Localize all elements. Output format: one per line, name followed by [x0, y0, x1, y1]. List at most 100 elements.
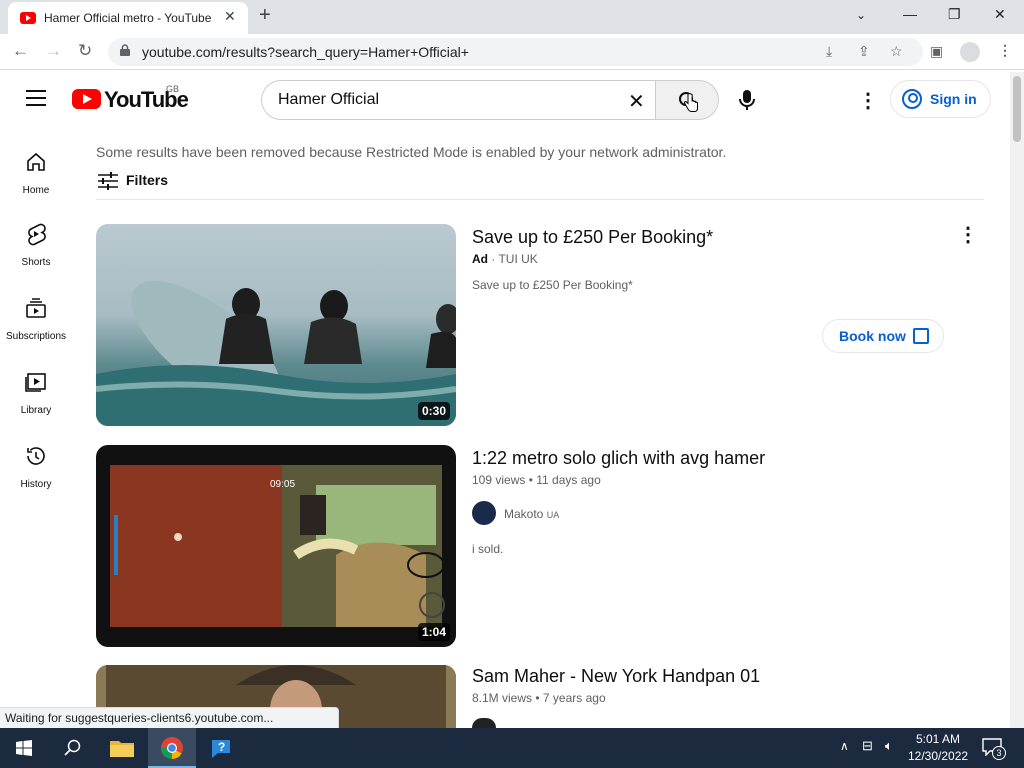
settings-more-icon[interactable]: ⋮ — [858, 88, 878, 113]
ad-thumbnail[interactable]: 0:30 — [96, 224, 456, 426]
video-title[interactable]: Sam Maher - New York Handpan 01 — [472, 666, 760, 687]
taskbar-search-button[interactable] — [48, 728, 96, 768]
notification-count: 3 — [992, 746, 1006, 760]
upload-age: 11 days ago — [536, 473, 601, 487]
sidebar-label: Home — [22, 185, 50, 196]
start-button[interactable] — [0, 728, 48, 768]
sidebar-item-history[interactable]: History — [0, 444, 72, 492]
taskbar-clock[interactable]: 5:01 AM 12/30/2022 — [908, 731, 968, 765]
ad-meta: Ad · TUI UK — [472, 252, 538, 266]
sign-in-button[interactable]: Sign in — [890, 80, 991, 118]
youtube-favicon-icon — [20, 12, 36, 24]
sign-in-label: Sign in — [930, 91, 977, 107]
sidebar-item-subscriptions[interactable]: Subscriptions — [0, 296, 72, 344]
address-bar[interactable]: youtube.com/results?search_query=Hamer+O… — [108, 38, 923, 66]
notifications-button[interactable]: 3 — [980, 736, 1008, 760]
url-text: youtube.com/results?search_query=Hamer+O… — [142, 44, 469, 60]
taskbar-chrome[interactable] — [148, 728, 196, 768]
network-icon[interactable]: ⊟ — [862, 738, 873, 754]
browser-toolbar: ← → ↻ youtube.com/results?search_query=H… — [0, 34, 1024, 106]
channel-avatar[interactable] — [472, 501, 496, 525]
filters-label: Filters — [126, 172, 169, 188]
channel-name-text: Makoto — [504, 507, 544, 521]
chrome-menu-icon[interactable]: ⋮ — [998, 42, 1012, 59]
sidebar-item-home[interactable]: Home — [0, 150, 72, 198]
video-description: i sold. — [472, 542, 504, 556]
history-icon — [27, 447, 45, 465]
taskbar-help-app[interactable]: ? — [198, 728, 246, 768]
view-count: 109 views — [472, 473, 526, 487]
video-meta: 8.1M views • 7 years ago — [472, 691, 606, 705]
region-label: GB — [166, 84, 180, 94]
library-icon — [25, 373, 46, 392]
account-icon — [902, 89, 922, 109]
ad-description: Save up to £250 Per Booking* — [472, 278, 633, 292]
minimize-button[interactable]: — — [903, 6, 917, 22]
subscriptions-icon — [26, 298, 46, 318]
external-link-icon — [913, 328, 929, 344]
bookmark-star-icon[interactable]: ☆ — [890, 43, 903, 60]
clock-date: 12/30/2022 — [908, 749, 969, 763]
channel-avatar[interactable] — [472, 718, 496, 728]
browser-titlebar: Hamer Official metro - YouTube ✕ + ⌄ — ❐… — [0, 0, 1024, 34]
sidebar-label: History — [20, 479, 52, 490]
taskbar-file-explorer[interactable] — [98, 728, 146, 768]
hand-cursor-icon — [684, 93, 698, 112]
forward-icon[interactable]: → — [45, 41, 62, 61]
page-scrollbar[interactable] — [1010, 72, 1024, 728]
new-tab-button[interactable]: + — [259, 4, 271, 27]
menu-icon[interactable] — [26, 90, 46, 106]
reload-icon[interactable]: ↻ — [78, 41, 92, 61]
sidebar-item-shorts[interactable]: Shorts — [0, 222, 72, 270]
view-count: 8.1M views — [472, 691, 533, 705]
status-text: Waiting for suggestqueries-clients6.yout… — [5, 711, 274, 725]
scrollbar-thumb[interactable] — [1013, 76, 1021, 142]
search-input[interactable] — [278, 89, 608, 111]
show-hidden-icons-icon[interactable]: ∧ — [840, 739, 849, 753]
sidebar-label: Library — [20, 405, 52, 416]
ad-badge: Ad — [472, 252, 488, 266]
windows-logo-icon — [16, 740, 32, 756]
book-now-button[interactable]: Book now — [822, 319, 944, 353]
browser-tab[interactable]: Hamer Official metro - YouTube ✕ — [8, 2, 248, 34]
sidebar-label: Shorts — [21, 257, 51, 268]
side-panel-icon[interactable]: ▣ — [930, 43, 943, 60]
sidebar-item-library[interactable]: Library — [0, 370, 72, 418]
folder-icon — [110, 741, 134, 757]
video-meta: 109 views • 11 days ago — [472, 473, 601, 487]
svg-text:?: ? — [218, 740, 225, 754]
close-window-button[interactable]: ✕ — [994, 6, 1006, 23]
upload-age: 7 years ago — [542, 691, 606, 705]
advertiser-name[interactable]: TUI UK — [498, 252, 537, 266]
divider — [96, 199, 984, 200]
clock-time: 5:01 AM — [915, 732, 961, 746]
close-tab-icon[interactable]: ✕ — [224, 8, 236, 25]
shorts-icon — [28, 223, 46, 246]
chrome-icon — [161, 737, 183, 759]
video-thumbnail[interactable]: 09:05 1:04 — [96, 445, 456, 647]
home-icon — [27, 152, 45, 171]
channel-name[interactable]: Makoto UA — [504, 507, 559, 521]
microphone-icon[interactable] — [733, 86, 761, 114]
roblox-gameplay-image — [110, 465, 445, 627]
ad-title[interactable]: Save up to £250 Per Booking* — [472, 227, 713, 248]
profile-avatar-icon[interactable] — [960, 42, 980, 62]
share-icon[interactable]: ⇪ — [858, 43, 870, 60]
channel-name-suffix: UA — [546, 510, 560, 520]
volume-icon[interactable]: 🔈︎ — [885, 738, 893, 754]
clear-search-icon[interactable]: ✕ — [628, 89, 645, 114]
video-duration: 1:04 — [417, 623, 450, 641]
surfers-image — [96, 281, 456, 426]
video-title[interactable]: 1:22 metro solo glich with avg hamer — [472, 448, 765, 469]
sidebar-label: Subscriptions — [5, 331, 67, 342]
search-button[interactable] — [655, 80, 719, 120]
restore-button[interactable]: ❐ — [948, 6, 961, 23]
lock-icon — [120, 44, 130, 56]
install-icon[interactable]: ⤓ — [826, 43, 832, 60]
more-actions-icon[interactable]: ⋮ — [958, 222, 978, 247]
back-icon[interactable]: ← — [12, 41, 29, 61]
tab-search-icon[interactable]: ⌄ — [856, 8, 866, 22]
status-bubble: Waiting for suggestqueries-clients6.yout… — [0, 707, 339, 728]
search-box: ✕ — [261, 80, 656, 120]
help-icon: ? — [212, 740, 230, 758]
